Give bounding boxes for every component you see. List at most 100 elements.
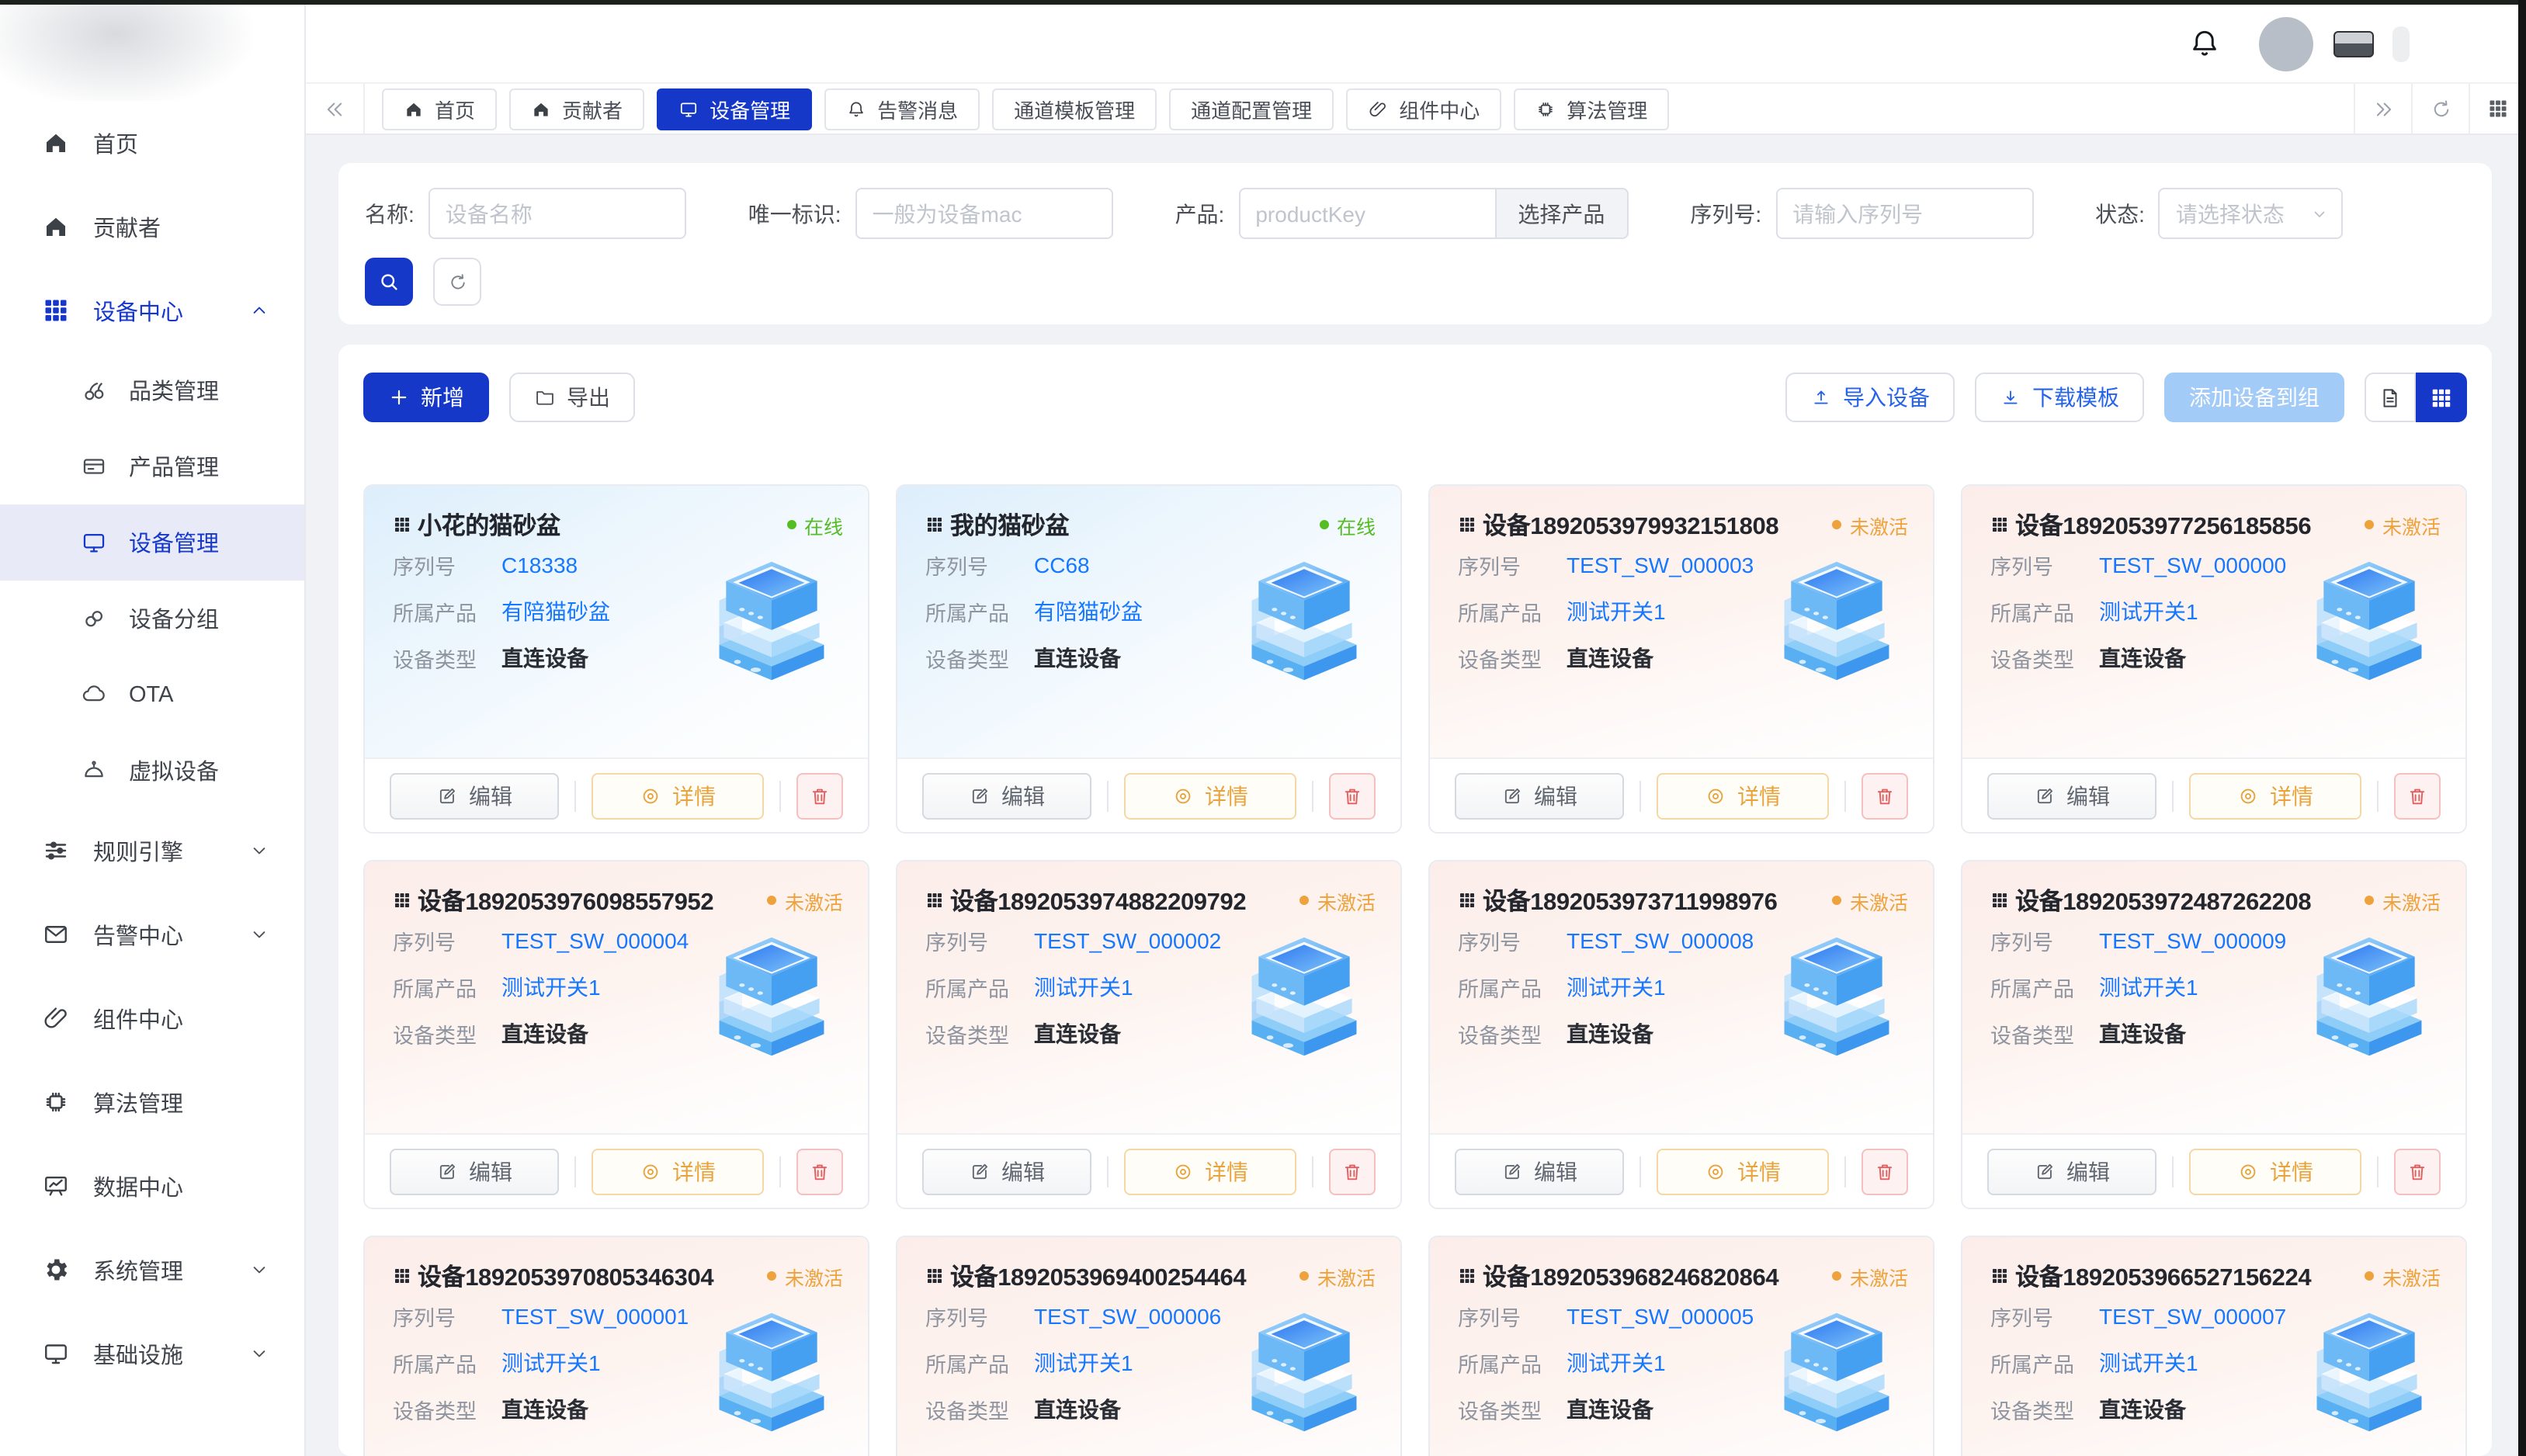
tab-component-center[interactable]: 组件中心 xyxy=(1346,88,1501,130)
reset-button[interactable] xyxy=(433,258,481,306)
product-link[interactable]: 有陪猫砂盆 xyxy=(501,596,610,627)
refresh-page-button[interactable] xyxy=(2411,84,2469,133)
device-card-title-row: 设备1892053974882209792 未激活 xyxy=(925,883,1376,917)
product-link[interactable]: 测试开关1 xyxy=(2099,972,2198,1003)
product-link[interactable]: 测试开关1 xyxy=(1567,972,1666,1003)
detail-button[interactable]: 详情 xyxy=(1124,1148,1296,1194)
add-device-to-group-button[interactable]: 添加设备到组 xyxy=(2164,373,2344,422)
sidebar-item-component-center[interactable]: 组件中心 xyxy=(0,976,304,1060)
detail-button[interactable]: 详情 xyxy=(592,772,764,819)
device-status-badge: 未激活 xyxy=(2356,1261,2441,1291)
product-link[interactable]: 测试开关1 xyxy=(501,972,601,1003)
serial-link[interactable]: TEST_SW_000008 xyxy=(1567,928,1754,953)
edit-button[interactable]: 编辑 xyxy=(390,1148,559,1194)
sidebar-item-device-mgmt[interactable]: 设备管理 xyxy=(0,504,304,581)
sidebar-item-product-mgmt[interactable]: 产品管理 xyxy=(0,428,304,504)
delete-button[interactable] xyxy=(2394,772,2441,819)
sidebar-item-category-mgmt[interactable]: 品类管理 xyxy=(0,352,304,428)
tab-channel-config[interactable]: 通道配置管理 xyxy=(1169,88,1334,130)
search-button[interactable] xyxy=(365,258,413,306)
tab-device-mgmt[interactable]: 设备管理 xyxy=(657,88,812,130)
layout-grid-button[interactable] xyxy=(2469,84,2526,133)
cherry-icon xyxy=(81,377,107,404)
edit-button[interactable]: 编辑 xyxy=(922,1148,1091,1194)
sidebar-item-virtual-device[interactable]: 虚拟设备 xyxy=(0,733,304,809)
product-link[interactable]: 测试开关1 xyxy=(1034,1347,1133,1378)
sidebar-item-ota[interactable]: OTA xyxy=(0,657,304,733)
device-name-input[interactable] xyxy=(429,188,686,239)
delete-button[interactable] xyxy=(1862,1148,1908,1194)
tab-algorithm-mgmt[interactable]: 算法管理 xyxy=(1514,88,1669,130)
status-text: 在线 xyxy=(1337,510,1376,539)
select-product-button[interactable]: 选择产品 xyxy=(1496,188,1628,239)
add-device-button[interactable]: 新增 xyxy=(363,373,489,422)
delete-button[interactable] xyxy=(1329,1148,1376,1194)
list-view-button[interactable] xyxy=(2365,373,2416,422)
grid-view-button[interactable] xyxy=(2416,373,2467,422)
grid9-icon xyxy=(393,1267,411,1285)
product-link[interactable]: 测试开关1 xyxy=(2099,1347,2198,1378)
tabs-scroll-left-button[interactable] xyxy=(306,84,365,133)
product-link[interactable]: 测试开关1 xyxy=(1567,1347,1666,1378)
tab-alarm-messages[interactable]: 告警消息 xyxy=(824,88,980,130)
serial-link[interactable]: CC68 xyxy=(1034,553,1090,577)
edit-button[interactable]: 编辑 xyxy=(1987,772,2156,819)
serial-link[interactable]: C18338 xyxy=(501,553,578,577)
product-link[interactable]: 测试开关1 xyxy=(2099,596,2198,627)
sidebar-item-algorithm-mgmt[interactable]: 算法管理 xyxy=(0,1060,304,1144)
delete-button[interactable] xyxy=(1329,772,1376,819)
device-uid-input[interactable] xyxy=(855,188,1113,239)
sidebar-item-rule-engine[interactable]: 规则引擎 xyxy=(0,809,304,893)
sidebar-item-alarm-center[interactable]: 告警中心 xyxy=(0,893,304,976)
sidebar-item-device-center[interactable]: 设备中心 xyxy=(0,269,304,352)
status-text: 未激活 xyxy=(2382,510,2441,539)
tabs-scroll-right-button[interactable] xyxy=(2354,84,2411,133)
product-link[interactable]: 测试开关1 xyxy=(1034,972,1133,1003)
serial-link[interactable]: TEST_SW_000002 xyxy=(1034,928,1221,953)
serial-link[interactable]: TEST_SW_000009 xyxy=(2099,928,2286,953)
serial-link[interactable]: TEST_SW_000005 xyxy=(1567,1304,1754,1329)
detail-button[interactable]: 详情 xyxy=(1124,772,1296,819)
product-link[interactable]: 测试开关1 xyxy=(1567,596,1666,627)
sidebar-item-data-center[interactable]: 数据中心 xyxy=(0,1144,304,1228)
detail-button[interactable]: 详情 xyxy=(1657,772,1829,819)
serial-link[interactable]: TEST_SW_000000 xyxy=(2099,553,2286,577)
detail-button[interactable]: 详情 xyxy=(592,1148,764,1194)
serial-link[interactable]: TEST_SW_000007 xyxy=(2099,1304,2286,1329)
product-link[interactable]: 测试开关1 xyxy=(501,1347,601,1378)
download-template-button[interactable]: 下载模板 xyxy=(1975,373,2144,422)
serial-link[interactable]: TEST_SW_000004 xyxy=(501,928,689,953)
import-devices-button[interactable]: 导入设备 xyxy=(1785,373,1955,422)
product-key-input[interactable] xyxy=(1238,188,1496,239)
sidebar-item-device-group[interactable]: 设备分组 xyxy=(0,581,304,657)
delete-button[interactable] xyxy=(796,1148,843,1194)
serial-number-input[interactable] xyxy=(1775,188,2033,239)
delete-button[interactable] xyxy=(1862,772,1908,819)
tab-contributors[interactable]: 贡献者 xyxy=(509,88,644,130)
edit-button[interactable]: 编辑 xyxy=(1455,772,1624,819)
tab-channel-template[interactable]: 通道模板管理 xyxy=(992,88,1157,130)
sidebar-item-home[interactable]: 首页 xyxy=(0,101,304,185)
edit-button[interactable]: 编辑 xyxy=(1987,1148,2156,1194)
tab-home[interactable]: 首页 xyxy=(382,88,497,130)
detail-button[interactable]: 详情 xyxy=(2189,772,2361,819)
sidebar-item-system-mgmt[interactable]: 系统管理 xyxy=(0,1228,304,1312)
serial-link[interactable]: TEST_SW_000006 xyxy=(1034,1304,1221,1329)
delete-button[interactable] xyxy=(796,772,843,819)
user-avatar[interactable] xyxy=(2259,16,2313,71)
product-link[interactable]: 有陪猫砂盆 xyxy=(1034,596,1143,627)
sidebar-item-contributors[interactable]: 贡献者 xyxy=(0,185,304,269)
edit-button[interactable]: 编辑 xyxy=(390,772,559,819)
serial-link[interactable]: TEST_SW_000003 xyxy=(1567,553,1754,577)
sidebar-item-infrastructure[interactable]: 基础设施 xyxy=(0,1312,304,1395)
detail-button[interactable]: 详情 xyxy=(1657,1148,1829,1194)
serial-link[interactable]: TEST_SW_000001 xyxy=(501,1304,689,1329)
delete-button[interactable] xyxy=(2394,1148,2441,1194)
export-button[interactable]: 导出 xyxy=(509,373,635,422)
edit-button[interactable]: 编辑 xyxy=(1455,1148,1624,1194)
detail-button[interactable]: 详情 xyxy=(2189,1148,2361,1194)
edit-button[interactable]: 编辑 xyxy=(922,772,1091,819)
footer-divider xyxy=(2172,780,2174,811)
notification-bell-icon[interactable] xyxy=(2188,26,2222,61)
status-select[interactable]: 请选择状态 xyxy=(2159,188,2344,239)
